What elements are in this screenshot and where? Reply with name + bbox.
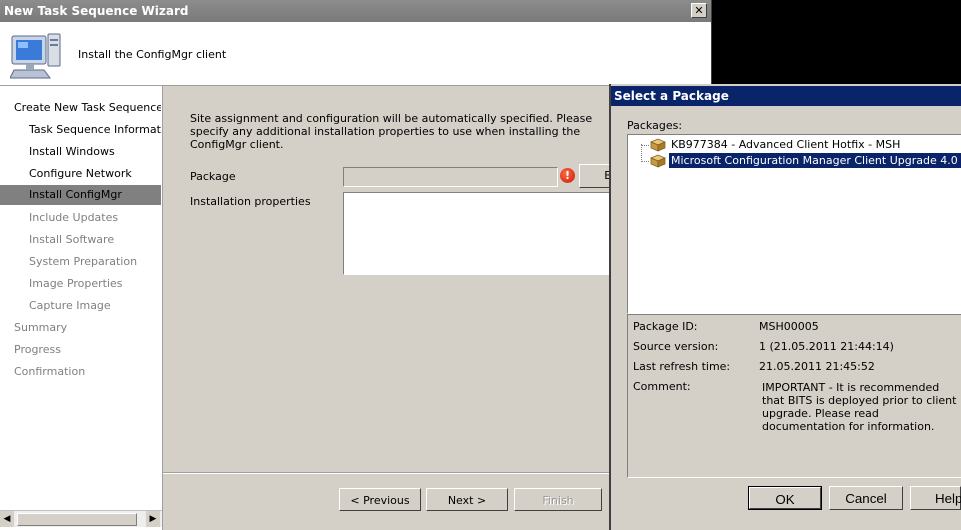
- package-label: Package: [190, 170, 236, 183]
- package-box-icon: [650, 138, 666, 152]
- source-version-value: 1 (21.05.2011 21:44:14): [759, 340, 894, 353]
- page-description: Site assignment and configuration will b…: [190, 112, 593, 151]
- package-details: Package ID: MSH00005 Source version: 1 (…: [627, 314, 961, 478]
- nav-item-include-updates: Include Updates: [29, 211, 119, 224]
- close-button[interactable]: ✕: [691, 3, 707, 18]
- package-item-label: KB977384 - Advanced Client Hotfix - MSH: [671, 138, 901, 151]
- wizard-header: Install the ConfigMgr client: [0, 22, 711, 86]
- nav-item-confirmation: Confirmation: [14, 365, 86, 378]
- wizard-nav: Create New Task Sequence Task Sequence I…: [0, 86, 163, 530]
- select-package-dialog: Select a Package Packages: KB977384 - Ad…: [609, 84, 961, 530]
- help-button[interactable]: Help: [910, 486, 961, 510]
- wizard-title: New Task Sequence Wizard: [4, 4, 189, 18]
- package-id-label: Package ID:: [633, 320, 698, 333]
- packages-label: Packages:: [627, 119, 683, 132]
- computer-icon: [10, 33, 61, 79]
- nav-item-install-windows[interactable]: Install Windows: [0, 142, 161, 162]
- comment-value: IMPORTANT - It is recommended that BITS …: [762, 381, 957, 433]
- header-title: Install the ConfigMgr client: [78, 48, 227, 61]
- nav-horizontal-scrollbar[interactable]: ◀ ▶: [0, 510, 162, 527]
- ok-button[interactable]: OK: [748, 486, 822, 510]
- nav-item-capture-image: Capture Image: [29, 299, 111, 312]
- package-id-value: MSH00005: [759, 320, 819, 333]
- cancel-button[interactable]: Cancel: [829, 486, 903, 510]
- wizard-window: New Task Sequence Wizard ✕ Install the C…: [0, 0, 712, 530]
- last-refresh-value: 21.05.2011 21:45:52: [759, 360, 875, 373]
- scroll-left-icon[interactable]: ◀: [0, 511, 14, 527]
- dialog-title: Select a Package: [614, 89, 729, 103]
- tree-connector: [641, 161, 649, 162]
- nav-item-image-properties: Image Properties: [29, 277, 123, 290]
- package-box-icon: [650, 154, 666, 168]
- previous-button[interactable]: < Previous: [339, 488, 421, 511]
- comment-label: Comment:: [633, 380, 691, 393]
- package-item-label: Microsoft Configuration Manager Client U…: [667, 152, 961, 169]
- last-refresh-label: Last refresh time:: [633, 360, 731, 373]
- package-field[interactable]: [343, 167, 558, 187]
- source-version-label: Source version:: [633, 340, 719, 353]
- tree-connector: [641, 144, 642, 162]
- nav-item-summary: Summary: [14, 321, 68, 334]
- nav-item-system-preparation: System Preparation: [29, 255, 138, 268]
- nav-item-create-new-task-sequence[interactable]: Create New Task Sequence: [0, 98, 161, 118]
- scroll-thumb[interactable]: [17, 513, 137, 526]
- next-button[interactable]: Next >: [426, 488, 508, 511]
- error-icon: !: [560, 168, 575, 183]
- installation-properties-label: Installation properties: [190, 195, 311, 208]
- nav-item-task-sequence-information[interactable]: Task Sequence Information: [0, 120, 161, 140]
- nav-item-progress: Progress: [14, 343, 61, 356]
- installation-properties-field[interactable]: [343, 192, 633, 275]
- nav-item-install-configmgr[interactable]: Install ConfigMgr: [0, 185, 161, 205]
- finish-button: Finish: [514, 488, 602, 511]
- nav-item-configure-network[interactable]: Configure Network: [0, 164, 161, 184]
- dialog-title-bar[interactable]: Select a Package: [611, 86, 961, 106]
- nav-item-install-software: Install Software: [29, 233, 115, 246]
- tree-connector: [641, 145, 649, 146]
- wizard-title-bar[interactable]: New Task Sequence Wizard: [0, 0, 711, 22]
- packages-tree[interactable]: KB977384 - Advanced Client Hotfix - MSH …: [627, 134, 961, 314]
- close-icon: ✕: [694, 4, 704, 17]
- scroll-right-icon[interactable]: ▶: [146, 511, 160, 527]
